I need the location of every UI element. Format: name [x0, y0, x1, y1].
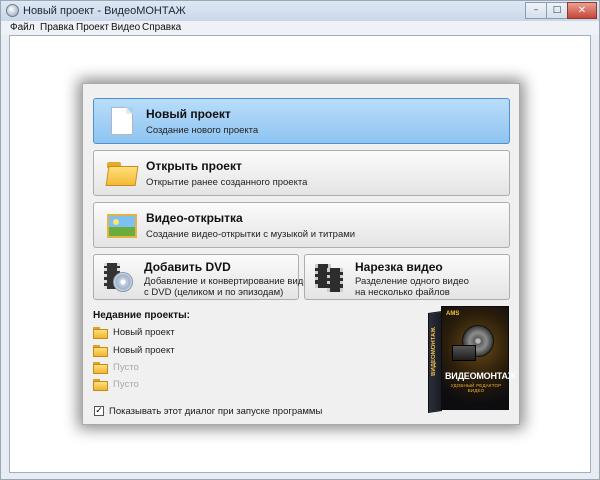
- menu-video[interactable]: Видео: [111, 22, 140, 33]
- film-strip-icon: [315, 264, 345, 292]
- recent-project-label: Новый проект: [113, 327, 175, 338]
- camera-icon: [452, 345, 476, 361]
- product-box-image: ВИДЕОМОНТАЖ AMS ВИДЕОМОНТАЖ УДОБНЫЙ РЕДА…: [428, 306, 516, 414]
- menu-bar: Файл Правка Проект Видео Справка: [1, 21, 599, 35]
- recent-project-label: Пусто: [113, 379, 139, 390]
- folder-icon: [93, 327, 108, 339]
- new-project-title: Новый проект: [146, 107, 231, 121]
- cut-video-title: Нарезка видео: [355, 260, 443, 274]
- menu-help[interactable]: Справка: [142, 22, 181, 33]
- minimize-button[interactable]: –: [525, 2, 547, 19]
- cut-video-subtitle-line2: на несколько файлов: [355, 287, 450, 298]
- open-project-title: Открыть проект: [146, 159, 242, 173]
- box-front: AMS ВИДЕОМОНТАЖ УДОБНЫЙ РЕДАКТОР ВИДЕО: [441, 306, 516, 410]
- recent-project-label: Новый проект: [113, 345, 175, 356]
- window-title: Новый проект - ВидеоМОНТАЖ: [23, 5, 186, 17]
- menu-edit[interactable]: Правка: [40, 22, 74, 33]
- add-dvd-subtitle-line2: с DVD (целиком и по эпизодам): [144, 287, 284, 298]
- app-icon: [6, 4, 19, 17]
- cut-video-subtitle-line1: Разделение одного видео: [355, 276, 469, 287]
- video-card-title: Видео-открытка: [146, 211, 243, 225]
- product-name: ВИДЕОМОНТАЖ: [445, 371, 516, 381]
- menu-file[interactable]: Файл: [10, 22, 35, 33]
- recent-project-label: Пусто: [113, 362, 139, 373]
- open-project-button[interactable]: Открыть проект Открытие ранее созданного…: [93, 150, 510, 196]
- add-dvd-title: Добавить DVD: [144, 260, 231, 274]
- add-dvd-button[interactable]: Добавить DVD Добавление и конвертировани…: [93, 254, 314, 300]
- add-dvd-subtitle-line1: Добавление и конвертирование видео: [144, 276, 314, 287]
- postcard-icon: [107, 214, 137, 238]
- title-bar[interactable]: Новый проект - ВидеоМОНТАЖ – □ ✕: [1, 1, 599, 21]
- folder-icon: [93, 362, 108, 374]
- dvd-icon: [104, 263, 134, 293]
- recent-projects-heading: Недавние проекты:: [93, 310, 190, 321]
- video-card-button[interactable]: Видео-открытка Создание видео-открытки с…: [93, 202, 510, 248]
- new-project-subtitle: Создание нового проекта: [146, 125, 259, 136]
- new-document-icon: [111, 107, 133, 135]
- menu-project[interactable]: Проект: [76, 22, 109, 33]
- show-on-startup-checkbox[interactable]: ✓: [94, 406, 104, 416]
- start-dialog: Новый проект Создание нового проекта Отк…: [82, 83, 520, 425]
- close-button[interactable]: ✕: [567, 2, 597, 19]
- show-on-startup-label[interactable]: Показывать этот диалог при запуске прогр…: [109, 406, 322, 417]
- product-tagline: УДОБНЫЙ РЕДАКТОР ВИДЕО: [450, 383, 502, 393]
- box-side-text: ВИДЕОМОНТАЖ: [431, 326, 437, 377]
- folder-icon: [93, 379, 108, 391]
- brand-logo: AMS: [446, 311, 460, 317]
- box-side: ВИДЕОМОНТАЖ: [428, 311, 442, 413]
- video-card-subtitle: Создание видео-открытки с музыкой и титр…: [146, 229, 356, 240]
- app-window: Новый проект - ВидеоМОНТАЖ – □ ✕ Файл Пр…: [0, 0, 600, 480]
- new-project-button[interactable]: Новый проект Создание нового проекта: [93, 98, 510, 144]
- folder-icon: [93, 345, 108, 357]
- cut-video-button[interactable]: Нарезка видео Разделение одного видео на…: [304, 254, 510, 300]
- maximize-button[interactable]: □: [546, 2, 568, 19]
- folder-icon: [105, 162, 139, 186]
- open-project-subtitle: Открытие ранее созданного проекта: [146, 177, 308, 188]
